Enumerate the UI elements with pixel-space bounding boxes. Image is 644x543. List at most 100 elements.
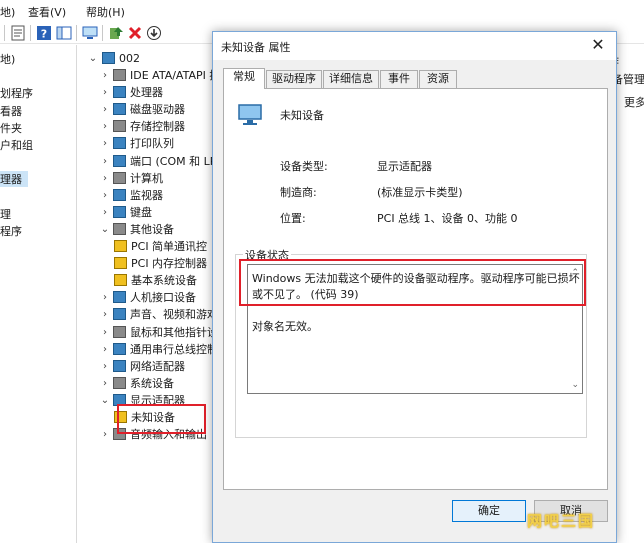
chevron-right-icon[interactable]: › xyxy=(100,358,110,375)
uninstall-icon[interactable] xyxy=(127,25,143,41)
processor-icon xyxy=(113,86,126,99)
warning-device-icon xyxy=(114,257,127,270)
dialog-titlebar: 未知设备 属性 ✕ xyxy=(213,32,616,60)
tree-item-label: 打印队列 xyxy=(130,137,174,151)
left-item-event-viewer[interactable]: 看器 xyxy=(0,103,22,119)
tab-resources[interactable]: 资源 xyxy=(419,70,457,88)
menu-help[interactable]: 帮助(H) xyxy=(86,4,125,20)
tree-item-label: IDE ATA/ATAPI 控 xyxy=(130,69,214,82)
toolbar-separator xyxy=(30,25,31,41)
monitor-icon xyxy=(113,188,126,201)
chevron-right-icon[interactable]: › xyxy=(100,101,110,118)
tree-item-label: 监视器 xyxy=(130,188,163,202)
scroll-down-icon[interactable]: ⌄ xyxy=(571,380,579,390)
network-icon xyxy=(113,359,126,372)
status-highlight-box xyxy=(239,259,586,306)
close-icon[interactable]: ✕ xyxy=(588,35,608,55)
chevron-right-icon[interactable]: › xyxy=(100,118,110,135)
toolbar-separator xyxy=(76,25,77,41)
tree-item-label: 端口 (COM 和 LP xyxy=(130,154,214,168)
tree-item-label: 网络适配器 xyxy=(130,359,185,373)
left-item-task-scheduler[interactable]: 划程序 xyxy=(0,85,33,101)
disk-drive-icon xyxy=(113,103,126,116)
computer-icon xyxy=(102,52,115,64)
keyboard-icon xyxy=(113,205,126,218)
warning-device-icon xyxy=(114,240,127,252)
tree-item-label: 处理器 xyxy=(130,86,163,100)
tree-item-label: PCI 简单通讯控 xyxy=(131,240,208,253)
actions-item-more[interactable]: 更多 xyxy=(624,94,644,110)
chevron-right-icon[interactable]: › xyxy=(100,67,110,84)
device-type-label: 设备类型: xyxy=(280,160,328,173)
location-value: PCI 总线 1、设备 0、功能 0 xyxy=(377,212,518,225)
show-hide-pane-icon[interactable] xyxy=(56,25,72,41)
system-icon xyxy=(113,376,126,389)
chevron-right-icon[interactable]: › xyxy=(100,204,110,221)
disk-controller-icon xyxy=(113,69,126,81)
sound-icon xyxy=(113,308,126,321)
left-item-services[interactable]: 程序 xyxy=(0,223,22,239)
menu-view[interactable]: 查看(V) xyxy=(28,4,66,20)
console-tree-pane: 地) 划程序 看器 件夹 户和组 理器 理 程序 xyxy=(0,45,77,543)
chevron-right-icon[interactable]: › xyxy=(100,306,110,323)
tree-item-label: 人机接口设备 xyxy=(130,291,196,305)
svg-text:?: ? xyxy=(41,28,47,41)
chevron-right-icon[interactable]: › xyxy=(100,170,110,187)
tree-item-label: 键盘 xyxy=(130,205,152,219)
left-item-shared-folders[interactable]: 件夹 xyxy=(0,120,22,136)
properties-dialog: 未知设备 属性 ✕ 常规 驱动程序 详细信息 事件 资源 未知设备 设备类型: … xyxy=(212,31,617,543)
toolbar-separator xyxy=(102,25,103,41)
storage-controller-icon xyxy=(113,120,126,133)
chevron-right-icon[interactable]: › xyxy=(100,135,110,152)
properties-sheet-icon[interactable] xyxy=(10,25,26,41)
monitor-device-icon xyxy=(238,104,262,125)
tree-root-label: 002 xyxy=(119,52,140,65)
tree-item-label: 鼠标和其他指针设 xyxy=(130,325,214,339)
device-name: 未知设备 xyxy=(280,109,324,122)
chevron-right-icon[interactable]: › xyxy=(100,341,110,358)
tree-item-label: PCI 内存控制器 xyxy=(131,257,208,271)
chevron-down-icon[interactable]: ⌄ xyxy=(100,392,110,409)
help-icon[interactable]: ? xyxy=(36,25,52,41)
left-item-local[interactable]: 地) xyxy=(0,51,15,67)
left-item-users-groups[interactable]: 户和组 xyxy=(0,137,33,153)
chevron-down-icon[interactable]: ⌄ xyxy=(88,50,98,67)
usb-icon xyxy=(113,342,126,355)
chevron-right-icon[interactable]: › xyxy=(100,187,110,204)
tab-details[interactable]: 详细信息 xyxy=(323,70,379,88)
tree-item-label: 其他设备 xyxy=(130,222,174,236)
watermark-logo: 网吧三国 xyxy=(527,512,596,530)
warning-device-icon xyxy=(114,274,127,287)
printer-icon xyxy=(113,137,126,150)
update-driver-icon[interactable] xyxy=(108,25,124,41)
toolbar-separator xyxy=(4,25,5,41)
chevron-down-icon[interactable]: ⌄ xyxy=(100,221,110,238)
ok-button[interactable]: 确定 xyxy=(452,500,526,522)
other-devices-icon xyxy=(113,222,126,235)
tree-item-label: 声音、视频和游戏 xyxy=(130,308,214,322)
tree-item-label: 存储控制器 xyxy=(130,120,185,134)
dialog-title: 未知设备 属性 xyxy=(221,41,291,54)
hid-icon xyxy=(113,291,126,304)
chevron-right-icon[interactable]: › xyxy=(100,426,110,443)
chevron-right-icon[interactable]: › xyxy=(100,153,110,170)
tree-item-label: 基本系统设备 xyxy=(131,274,197,288)
menu-bar: 地) 查看(V) 帮助(H) xyxy=(0,0,644,22)
tree-highlight-box xyxy=(117,404,206,434)
tab-general[interactable]: 常规 xyxy=(223,68,265,89)
left-item-disk-management[interactable]: 理 xyxy=(0,206,11,222)
chevron-right-icon[interactable]: › xyxy=(100,324,110,341)
mouse-icon xyxy=(113,325,126,338)
tab-events[interactable]: 事件 xyxy=(380,70,418,88)
enable-device-icon[interactable] xyxy=(146,25,162,41)
status-line-4: 对象名无效。 xyxy=(252,320,318,333)
scan-hardware-icon[interactable] xyxy=(82,25,98,41)
device-tree: ⌄ 002 › IDE ATA/ATAPI 控 › 处理器 › 磁盘驱动器 › 存储控制器 › 打印队… xyxy=(78,45,214,543)
tab-driver[interactable]: 驱动程序 xyxy=(266,70,322,88)
left-item-device-manager[interactable]: 理器 xyxy=(0,171,28,187)
menu-action[interactable]: 地) xyxy=(0,4,15,20)
chevron-right-icon[interactable]: › xyxy=(100,375,110,392)
tree-item-label: 通用串行总线控制 xyxy=(130,342,214,356)
chevron-right-icon[interactable]: › xyxy=(100,289,110,306)
chevron-right-icon[interactable]: › xyxy=(100,84,110,101)
